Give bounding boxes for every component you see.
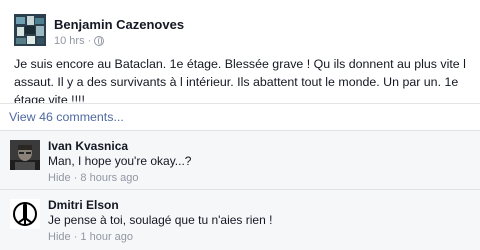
comment: Ivan Kvasnica Man, I hope you're okay...… [0,130,480,189]
comment-time[interactable]: 1 hour ago [80,231,133,243]
hide-comment-link[interactable]: Hide [48,231,71,243]
comment-meta: Hide · 1 hour ago [48,231,133,243]
globe-icon [94,36,105,46]
meta-separator: · [73,172,78,184]
hide-comment-link[interactable]: Hide [48,172,71,184]
post-time[interactable]: 10 hrs [54,35,85,47]
comment-text: Man, I hope you're okay...? [48,154,192,168]
post-meta: 10 hrs · [54,35,105,47]
comment-text: Je pense à toi, soulagé que tu n'aies ri… [48,213,273,227]
meta-separator: · [87,35,92,47]
commenter-name[interactable]: Dmitri Elson [48,198,119,212]
comment-meta: Hide · 8 hours ago [48,172,139,184]
post-text: Je suis encore au Bataclan. 1e étage. Bl… [14,57,466,107]
view-comments-row: View 46 comments... [0,103,480,130]
commenter-avatar[interactable] [10,199,40,229]
peace-for-paris-icon [10,199,40,229]
commenter-name[interactable]: Ivan Kvasnica [48,139,128,153]
facebook-post-card: Benjamin Cazenoves 10 hrs · Je suis enco… [0,0,480,250]
comment-time[interactable]: 8 hours ago [80,172,138,184]
comment: Dmitri Elson Je pense à toi, soulagé que… [0,189,480,250]
commenter-avatar[interactable] [10,140,40,170]
meta-separator: · [73,231,78,243]
view-comments-link[interactable]: View 46 comments... [9,110,124,124]
post-author-name[interactable]: Benjamin Cazenoves [54,17,184,32]
author-avatar[interactable] [14,14,46,46]
